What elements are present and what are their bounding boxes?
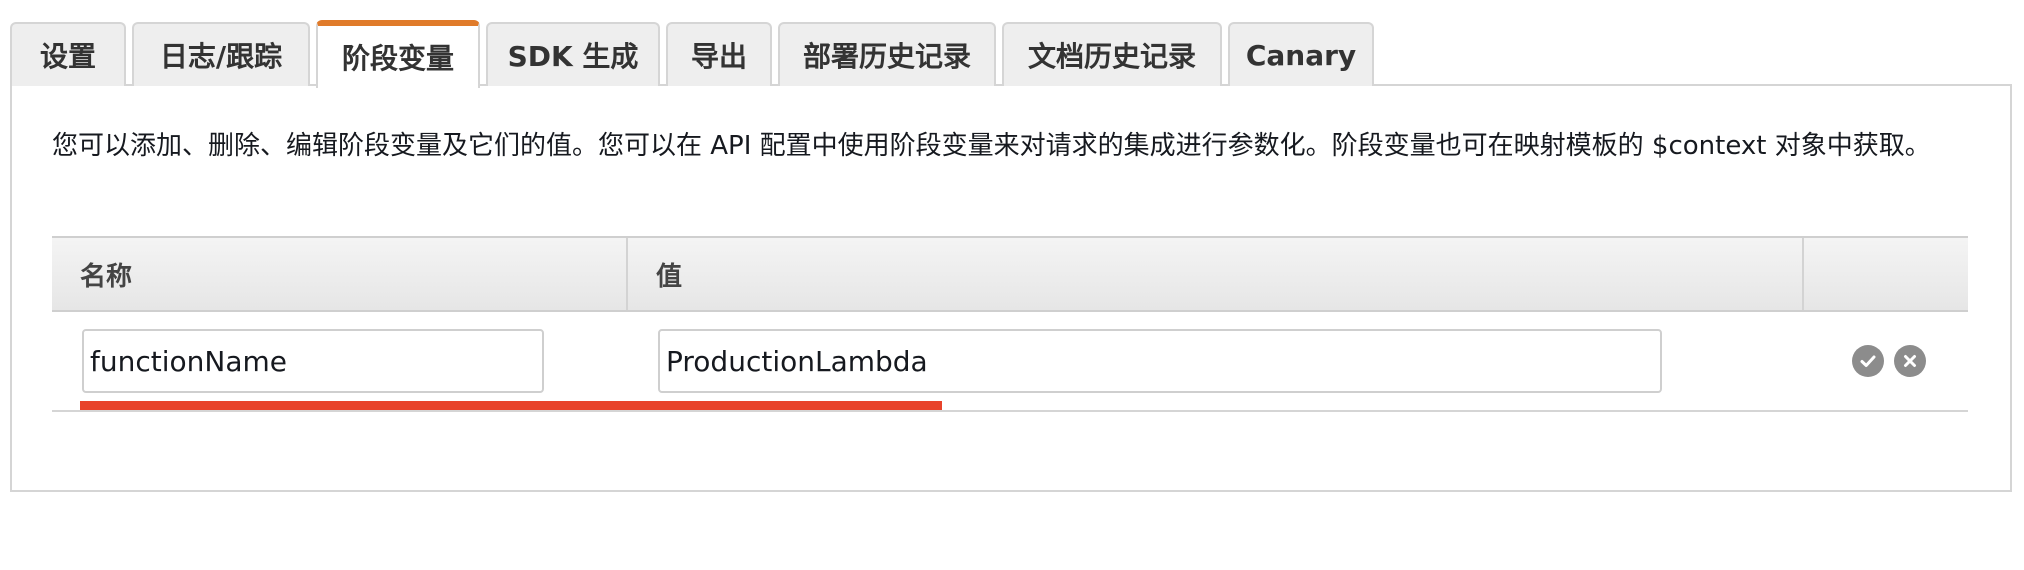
table-header: 名称 值 — [52, 236, 1968, 312]
check-circle-icon[interactable] — [1852, 345, 1884, 377]
column-header-value: 值 — [628, 238, 1804, 310]
tab-settings[interactable]: 设置 — [10, 22, 126, 86]
actions-cell — [1804, 312, 1968, 410]
column-header-actions — [1804, 238, 1968, 310]
tab-canary[interactable]: Canary — [1228, 22, 1374, 86]
value-cell — [628, 312, 1804, 410]
name-cell — [52, 312, 628, 410]
table-row — [52, 312, 1968, 412]
x-circle-icon[interactable] — [1894, 345, 1926, 377]
highlight-underline — [80, 401, 942, 410]
stage-variables-table: 名称 值 — [52, 236, 1968, 412]
tab-deployment-history[interactable]: 部署历史记录 — [778, 22, 996, 86]
tab-sdk-generation[interactable]: SDK 生成 — [486, 22, 660, 86]
tab-documentation-history[interactable]: 文档历史记录 — [1002, 22, 1222, 86]
tab-export[interactable]: 导出 — [666, 22, 772, 86]
stage-variables-panel: 您可以添加、删除、编辑阶段变量及它们的值。您可以在 API 配置中使用阶段变量来… — [10, 84, 2012, 492]
column-header-name: 名称 — [52, 238, 628, 310]
tab-stage-variables[interactable]: 阶段变量 — [316, 20, 480, 88]
variable-value-input[interactable] — [658, 329, 1662, 393]
variable-name-input[interactable] — [82, 329, 544, 393]
description-text: 您可以添加、删除、编辑阶段变量及它们的值。您可以在 API 配置中使用阶段变量来… — [52, 131, 1931, 161]
tab-logs-tracing[interactable]: 日志/跟踪 — [132, 22, 310, 86]
tab-bar: 设置 日志/跟踪 阶段变量 SDK 生成 导出 部署历史记录 文档历史记录 Ca… — [10, 18, 1380, 88]
